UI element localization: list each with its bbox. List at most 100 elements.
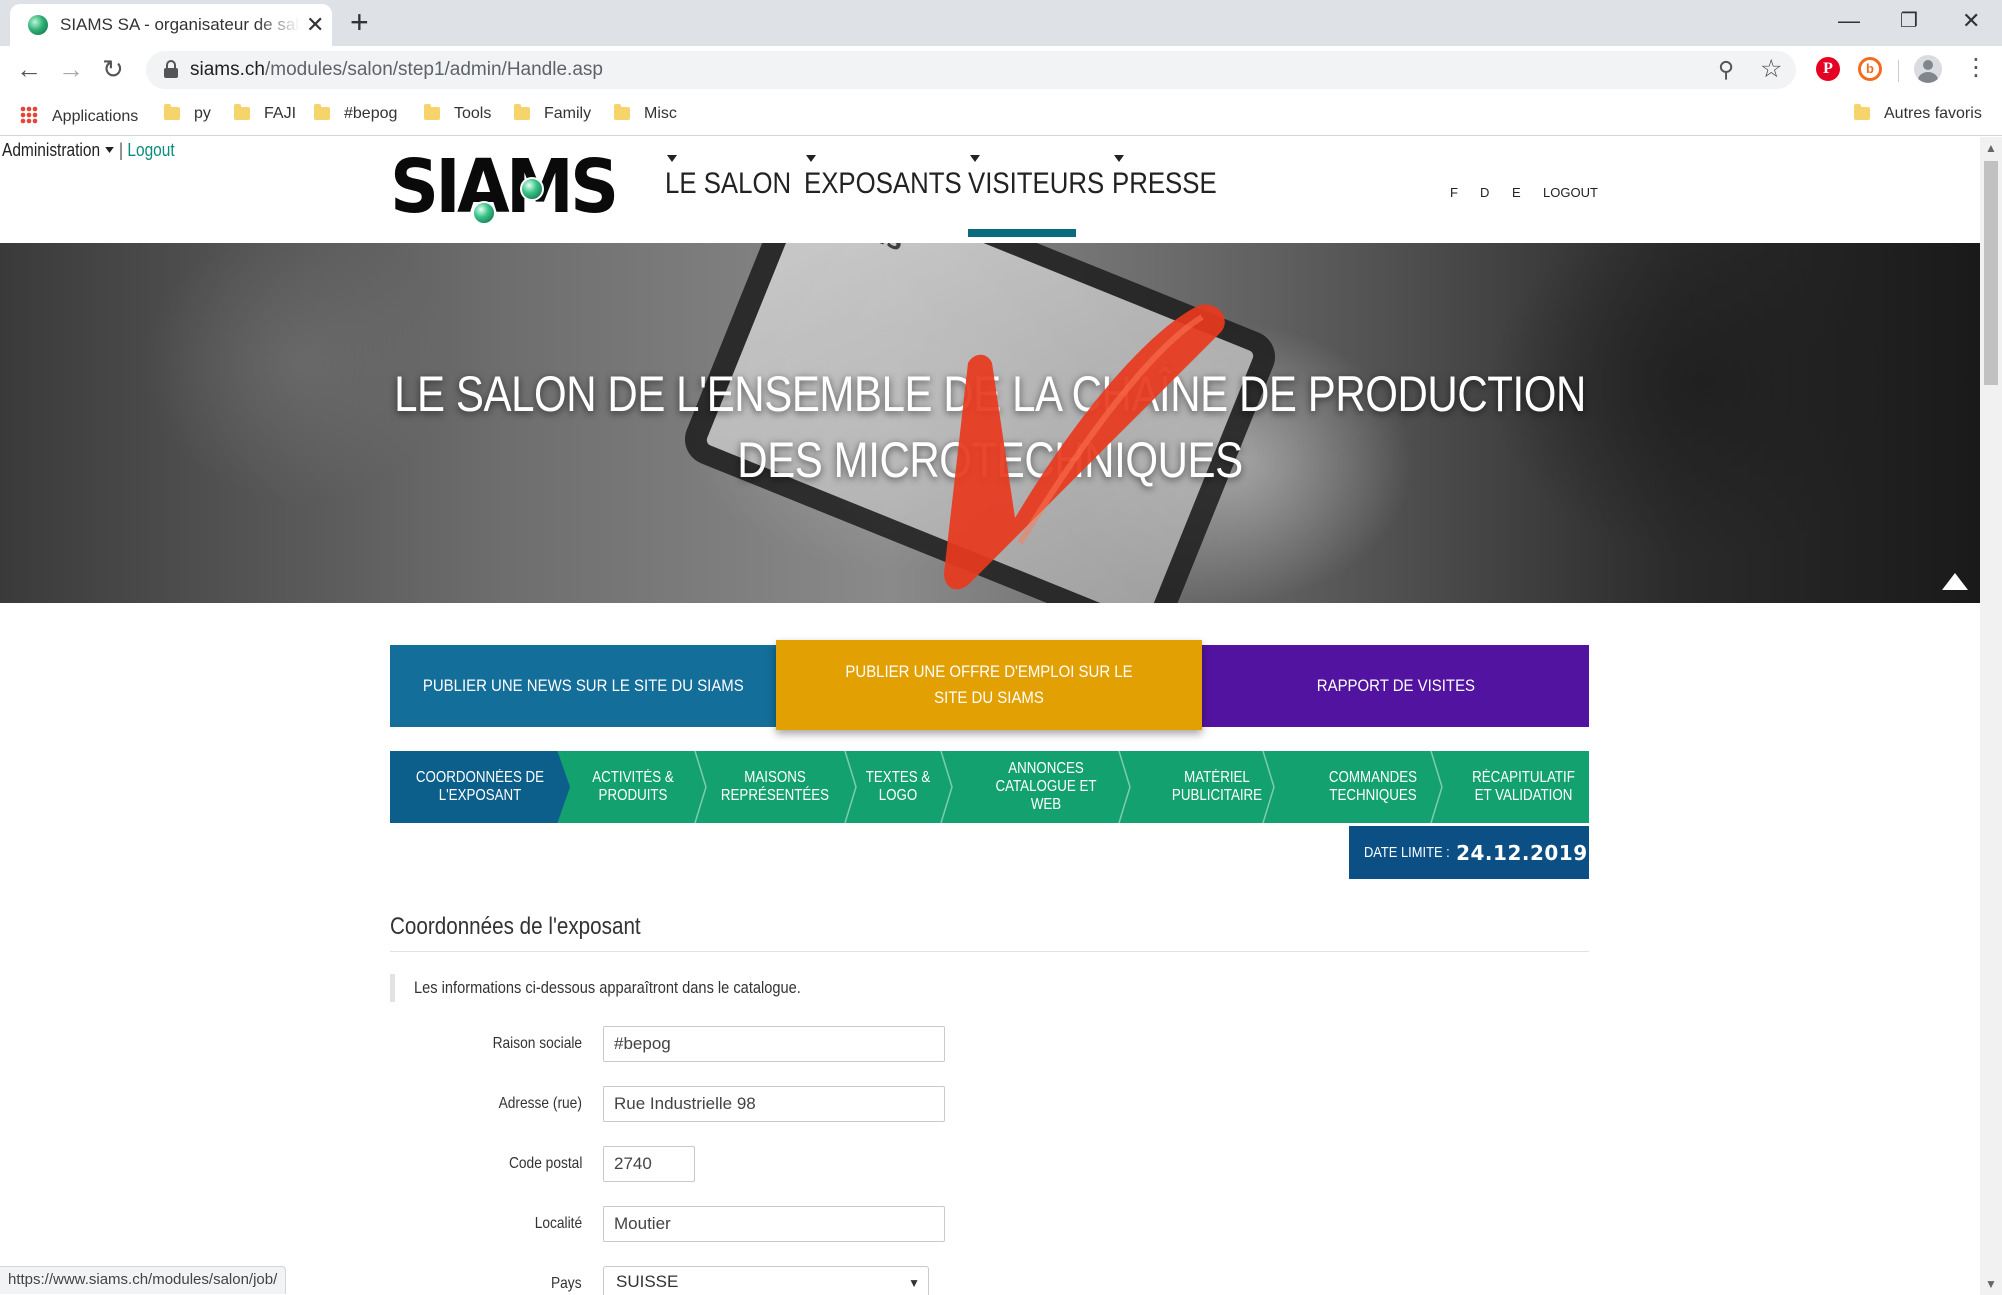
browser-tab[interactable]: SIAMS SA - organisateur de salons ✕ <box>10 4 332 46</box>
page-scrollbar[interactable]: ▲ ▼ <box>1980 137 2002 1295</box>
minimize-window-icon[interactable]: — <box>1838 8 1860 34</box>
folder-icon <box>424 104 440 120</box>
nav-exposants[interactable]: EXPOSANTS <box>804 167 962 201</box>
step-annonces[interactable]: ANNONCES CATALOGUE ET WEB <box>946 751 1146 823</box>
close-window-icon[interactable]: ✕ <box>1962 8 1980 34</box>
bookmark-star-icon[interactable]: ☆ <box>1760 54 1782 84</box>
header-logout-link[interactable]: LOGOUT <box>1543 185 1598 200</box>
nav-active-indicator <box>968 229 1076 237</box>
info-note-text: Les informations ci-dessous apparaîtront… <box>414 978 801 997</box>
street-address-input[interactable] <box>603 1086 945 1122</box>
bookmark-other-favorites[interactable]: Autres favoris <box>1854 103 1982 125</box>
step-recapitulatif[interactable]: RÉCAPITULATIF ET VALIDATION <box>1458 751 1589 823</box>
step-activites[interactable]: ACTIVITÉS & PRODUITS <box>566 751 700 823</box>
nav-presse[interactable]: PRESSE <box>1112 167 1217 201</box>
siams-logo[interactable]: SIAMS <box>390 145 619 229</box>
section-divider <box>390 951 1589 952</box>
lang-d-link[interactable]: D <box>1480 185 1489 200</box>
country-label-text: Pays <box>551 1275 582 1292</box>
zip-code-input[interactable] <box>603 1146 695 1182</box>
nav-le-salon[interactable]: LE SALON <box>665 167 791 201</box>
back-arrow-icon[interactable]: ← <box>16 54 42 84</box>
profile-avatar-icon[interactable] <box>1914 55 1942 83</box>
folder-icon <box>314 104 330 120</box>
zip-label-text: Code postal <box>508 1155 582 1172</box>
visit-report-button[interactable]: RAPPORT DE VISITES <box>1202 645 1589 727</box>
country-selected-value: SUISSE <box>616 1272 679 1291</box>
lock-icon[interactable] <box>164 60 178 78</box>
b-extension-icon[interactable]: b <box>1858 57 1882 81</box>
new-tab-plus-icon[interactable]: + <box>350 6 369 38</box>
registration-steps: COORDONNÉES DE L'EXPOSANT ACTIVITÉS & PR… <box>390 751 1589 823</box>
dropdown-caret-icon: ▼ <box>908 1276 920 1290</box>
company-name-input[interactable] <box>603 1026 945 1062</box>
logo-ball-icon <box>472 201 496 225</box>
folder-icon <box>164 104 180 120</box>
scroll-thumb[interactable] <box>1984 161 1998 385</box>
step-coordonnees[interactable]: COORDONNÉES DE L'EXPOSANT <box>390 751 570 823</box>
deadline-value: 24.12.2019 <box>1456 840 1588 865</box>
tab-title: SIAMS SA - organisateur de salons <box>60 15 300 34</box>
company-label-text: Raison sociale <box>492 1035 582 1052</box>
scroll-down-icon[interactable]: ▼ <box>1985 1277 1997 1291</box>
street-label-text: Adresse (rue) <box>498 1095 582 1112</box>
deadline-badge: DATE LIMITE : 24.12.2019 <box>1349 826 1589 879</box>
restore-window-icon[interactable]: ❐ <box>1900 8 1918 34</box>
city-label: Localité <box>382 1214 582 1234</box>
url-text[interactable]: siams.ch/modules/salon/step1/admin/Handl… <box>190 59 603 81</box>
logo-ball-icon <box>520 177 544 201</box>
forward-arrow-icon[interactable]: → <box>58 54 84 84</box>
administration-dropdown[interactable]: Administration | Logout <box>2 139 175 161</box>
bookmark-folder-faji[interactable]: FAJI <box>234 103 296 125</box>
bookmark-folder-misc[interactable]: Misc <box>614 103 677 125</box>
section-title: Coordonnées de l'exposant <box>390 913 641 940</box>
step-divider-chevron <box>1262 751 1275 823</box>
reload-icon[interactable]: ↻ <box>102 54 124 84</box>
bookmark-folder-bepog[interactable]: #bepog <box>314 103 397 125</box>
toolbar-divider <box>1898 60 1899 82</box>
zip-label: Code postal <box>382 1154 582 1174</box>
address-bar[interactable]: siams.ch/modules/salon/step1/admin/Handl… <box>146 51 1796 89</box>
nav-visiteurs[interactable]: VISITEURS <box>968 167 1104 201</box>
lang-e-link[interactable]: E <box>1512 185 1521 200</box>
pinterest-extension-icon[interactable]: P <box>1816 57 1840 81</box>
caret-down-icon <box>1114 155 1124 162</box>
caret-down-icon <box>667 155 677 162</box>
caret-down-icon <box>970 155 980 162</box>
country-select[interactable]: SUISSE ▼ <box>603 1266 929 1295</box>
step-maisons[interactable]: MAISONS REPRÉSENTÉES <box>700 751 850 823</box>
red-arrow-annotation-icon <box>944 304 1225 590</box>
lang-f-link[interactable]: F <box>1450 185 1458 200</box>
admin-logout-link[interactable]: Logout <box>127 140 174 160</box>
close-tab-icon[interactable]: ✕ <box>306 14 324 36</box>
admin-bar: Administration | Logout <box>2 139 203 161</box>
separator: | <box>119 140 124 160</box>
hero-tablet-label: SIAMS <box>825 243 907 257</box>
company-label: Raison sociale <box>382 1034 582 1054</box>
bookmark-folder-tools[interactable]: Tools <box>424 103 491 125</box>
link-status-bar: https://www.siams.ch/modules/salon/job/ <box>0 1266 287 1294</box>
publish-news-button[interactable]: PUBLIER UNE NEWS SUR LE SITE DU SIAMS <box>390 645 776 727</box>
city-input[interactable] <box>603 1206 945 1242</box>
info-note: Les informations ci-dessous apparaîtront… <box>390 974 864 1002</box>
folder-icon <box>1854 104 1870 120</box>
step-divider-chevron <box>940 751 953 823</box>
step-divider-chevron <box>694 751 707 823</box>
bookmark-folder-family[interactable]: Family <box>514 103 591 125</box>
step-textes[interactable]: TEXTES & LOGO <box>850 751 946 823</box>
browser-toolbar: ← → ↻ siams.ch/modules/salon/step1/admin… <box>0 46 2002 94</box>
folder-icon <box>614 104 630 120</box>
browser-menu-icon[interactable]: ⋮ <box>1964 54 1988 82</box>
bookmark-folder-py[interactable]: py <box>164 103 211 125</box>
folder-icon <box>234 104 250 120</box>
scroll-up-icon[interactable]: ▲ <box>1985 141 1997 155</box>
apps-grid-icon <box>20 106 38 124</box>
bookmark-applications[interactable]: Applications <box>20 103 138 128</box>
street-label: Adresse (rue) <box>382 1094 582 1114</box>
zoom-magnifier-icon[interactable]: ⚲ <box>1718 57 1734 83</box>
bookmarks-bar: Applications py FAJI #bepog Tools Family… <box>0 94 2002 136</box>
web-page: Administration | Logout SIAMS LE SALON EX… <box>0 137 1980 1295</box>
caret-down-icon <box>806 155 816 162</box>
back-to-top-icon[interactable] <box>1942 573 1968 590</box>
publish-job-offer-button[interactable]: PUBLIER UNE OFFRE D'EMPLOI SUR LE SITE D… <box>776 640 1202 730</box>
